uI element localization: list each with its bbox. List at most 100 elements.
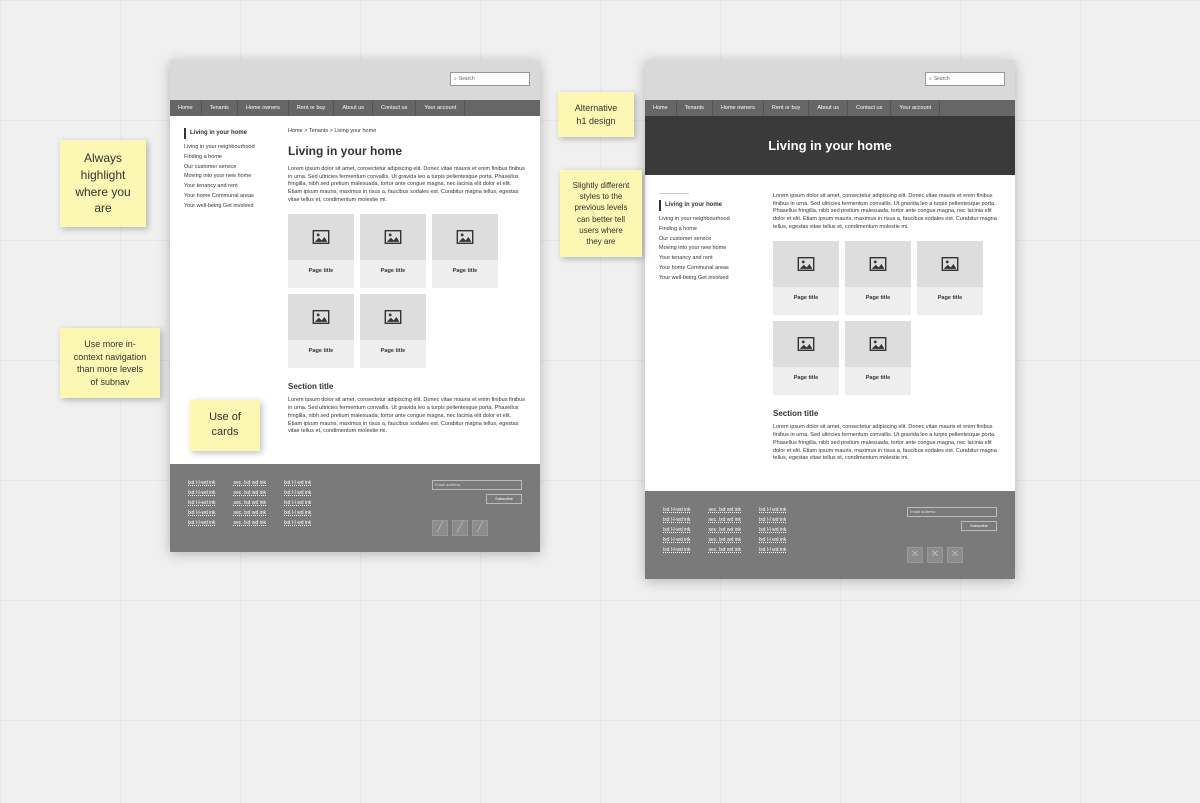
nav-contact-us[interactable]: Contact us — [848, 100, 891, 116]
nav-tenants[interactable]: Tenants — [202, 100, 238, 116]
social-icon[interactable]: ✕ — [927, 547, 943, 563]
search-input[interactable]: ⌕ Search — [450, 72, 530, 86]
footer-link[interactable]: lxd l-l wd ink — [284, 490, 311, 496]
nav-your-account[interactable]: Your account — [416, 100, 465, 116]
card-title: Page title — [288, 260, 354, 288]
footer-link[interactable]: lxd l-l-wd ink — [663, 547, 691, 553]
footer-col: lxd l-l wd ink lxd l-l wd ink lxd l-l wd… — [284, 480, 311, 536]
side-nav-item[interactable]: Your tenancy and rent — [659, 254, 759, 264]
footer-link[interactable]: sec. lxd wd ink — [234, 480, 267, 486]
social-icon[interactable]: ╱ — [432, 520, 448, 536]
footer-link[interactable]: lxd l-l-wd ink — [188, 510, 216, 516]
social-icon[interactable]: ✕ — [947, 547, 963, 563]
footer-link[interactable]: lxd l-l-wd ink — [663, 517, 691, 523]
footer-link[interactable]: sec. lxd wd ink — [709, 507, 742, 513]
footer-link[interactable]: lxd l-l-wd ink — [663, 507, 691, 513]
card[interactable]: Page title — [288, 214, 354, 288]
side-nav-item[interactable]: Your well-being Get involved — [184, 202, 274, 212]
footer-col: lxd l-l-wd ink lxd l-l-wd ink lxd l-l-wd… — [663, 507, 691, 563]
email-input[interactable]: Email address — [907, 507, 997, 517]
footer-link[interactable]: lxd l-l wd ink — [759, 517, 786, 523]
side-nav-item[interactable]: Living in your neighbourhood — [184, 143, 274, 153]
footer-link[interactable]: lxd l-l wd ink — [759, 547, 786, 553]
card[interactable]: Page title — [917, 241, 983, 315]
nav-about-us[interactable]: About us — [334, 100, 373, 116]
subscribe-button[interactable]: Subscribe — [486, 494, 522, 504]
footer-link[interactable]: lxd l-l-wd ink — [188, 490, 216, 496]
side-nav-item[interactable]: Our customer service — [659, 235, 759, 245]
sticky-note[interactable]: Use more in-context navigation than more… — [60, 328, 160, 398]
side-nav-item[interactable]: Finding a home — [184, 153, 274, 163]
card[interactable]: Page title — [773, 321, 839, 395]
side-nav: Living in your home Living in your neigh… — [184, 128, 274, 446]
footer-link[interactable]: sec. lxd wd ink — [709, 517, 742, 523]
footer-link[interactable]: sec. lxd wd ink — [234, 510, 267, 516]
sticky-note[interactable]: Use of cards — [190, 400, 260, 451]
social-icon[interactable]: ╱ — [452, 520, 468, 536]
image-placeholder-icon — [432, 214, 498, 260]
footer-link[interactable]: lxd l-l wd ink — [284, 520, 311, 526]
footer-link[interactable]: lxd l-l wd ink — [759, 537, 786, 543]
footer-link[interactable]: lxd l-l wd ink — [759, 507, 786, 513]
nav-home[interactable]: Home — [170, 100, 202, 116]
card[interactable]: Page title — [288, 294, 354, 368]
side-nav-item[interactable]: Our customer service — [184, 163, 274, 173]
sticky-note[interactable]: Alternative h1 design — [558, 92, 634, 137]
nav-tenants[interactable]: Tenants — [677, 100, 713, 116]
footer-link[interactable]: lxd l-l-wd ink — [663, 537, 691, 543]
footer-link[interactable]: lxd l-l-wd ink — [188, 520, 216, 526]
side-nav-item[interactable]: Moving into your new home — [659, 244, 759, 254]
footer-link[interactable]: lxd l-l wd ink — [284, 480, 311, 486]
breadcrumb[interactable]: Home > Tenants > Living your home — [288, 128, 526, 134]
subscribe-button[interactable]: Subscribe — [961, 521, 997, 531]
side-nav-item[interactable]: Moving into your new home — [184, 172, 274, 182]
email-input[interactable]: Email address — [432, 480, 522, 490]
footer-link[interactable]: lxd l-l-wd ink — [663, 527, 691, 533]
nav-your-account[interactable]: Your account — [891, 100, 940, 116]
card[interactable]: Page title — [845, 241, 911, 315]
nav-rent-or-buy[interactable]: Rent or buy — [289, 100, 334, 116]
footer-link[interactable]: sec. lxd wd ink — [234, 490, 267, 496]
sticky-note[interactable]: Always highlight where you are — [60, 140, 146, 227]
side-nav-heading: Living in your home — [184, 128, 274, 139]
side-nav-item[interactable]: Your home Communal areas — [659, 264, 759, 274]
side-nav-item[interactable]: Your tenancy and rent — [184, 182, 274, 192]
social-icon[interactable]: ╱ — [472, 520, 488, 536]
card-title: Page title — [917, 287, 983, 315]
card[interactable]: Page title — [845, 321, 911, 395]
nav-contact-us[interactable]: Contact us — [373, 100, 416, 116]
side-nav-item[interactable]: Your well-being Get involved — [659, 274, 759, 284]
footer-link[interactable]: sec. lxd wd ink — [234, 520, 267, 526]
side-nav-item[interactable]: Finding a home — [659, 225, 759, 235]
footer-link[interactable]: lxd l-l-wd ink — [188, 500, 216, 506]
main-column: Lorem ipsum dolor sit amet, consectetur … — [773, 193, 1001, 473]
intro-paragraph: Lorem ipsum dolor sit amet, consectetur … — [288, 166, 526, 204]
card[interactable]: Page title — [773, 241, 839, 315]
footer-link[interactable]: sec. lxd wd ink — [709, 547, 742, 553]
footer-link[interactable]: lxd l-l wd ink — [759, 527, 786, 533]
section-paragraph: Lorem ipsum dolor sit amet, consectetur … — [288, 397, 526, 435]
side-nav-item[interactable]: Living in your neighbourhood — [659, 215, 759, 225]
nav-home-owners[interactable]: Home owners — [238, 100, 289, 116]
card[interactable]: Page title — [432, 214, 498, 288]
image-placeholder-icon — [288, 294, 354, 340]
card[interactable]: Page title — [360, 294, 426, 368]
sticky-note[interactable]: Slightly different styles to the previou… — [560, 170, 642, 257]
nav-rent-or-buy[interactable]: Rent or buy — [764, 100, 809, 116]
footer-link[interactable]: sec. lxd wd ink — [709, 537, 742, 543]
search-input[interactable]: ⌕ Search — [925, 72, 1005, 86]
side-nav-item[interactable]: Your home Communal areas — [184, 192, 274, 202]
footer-link[interactable]: lxd l-l wd ink — [284, 500, 311, 506]
footer-col: lxd l-l wd ink lxd l-l wd ink lxd l-l wd… — [759, 507, 786, 563]
card[interactable]: Page title — [360, 214, 426, 288]
nav-about-us[interactable]: About us — [809, 100, 848, 116]
footer-link[interactable]: lxd l-l-wd ink — [188, 480, 216, 486]
social-icon[interactable]: ✕ — [907, 547, 923, 563]
nav-home-owners[interactable]: Home owners — [713, 100, 764, 116]
page-title: Living in your home — [288, 144, 526, 158]
footer-link[interactable]: lxd l-l wd ink — [284, 510, 311, 516]
footer-col: sec. lxd wd ink sec. lxd wd ink sec. lxd… — [709, 507, 742, 563]
footer-link[interactable]: sec. lxd wd ink — [234, 500, 267, 506]
nav-home[interactable]: Home — [645, 100, 677, 116]
footer-link[interactable]: sec. lxd wd ink — [709, 527, 742, 533]
